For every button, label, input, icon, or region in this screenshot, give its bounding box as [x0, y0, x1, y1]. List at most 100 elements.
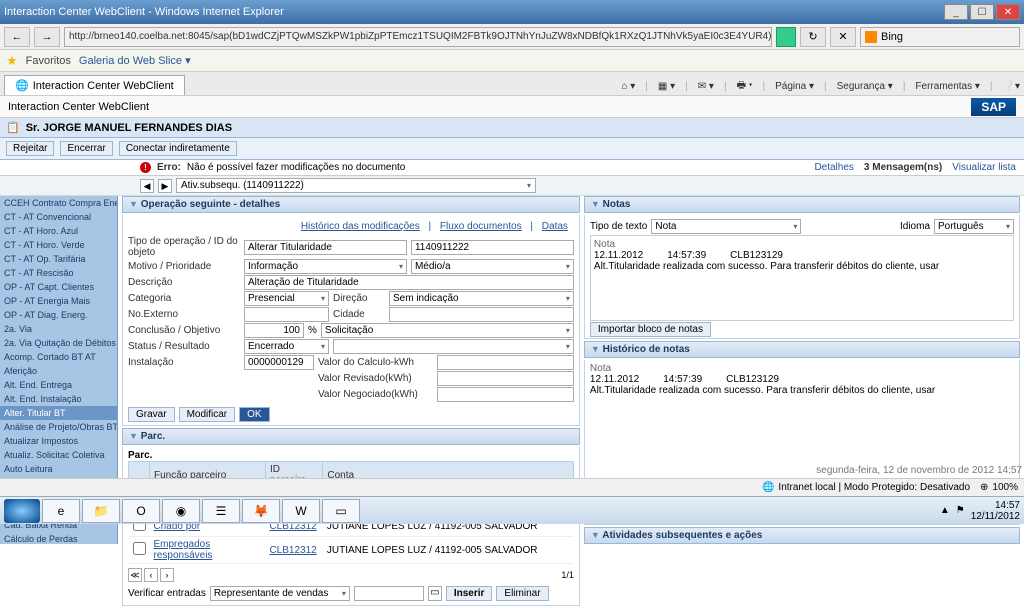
minimize-button[interactable]: _ [944, 4, 968, 20]
gravar-button[interactable]: Gravar [128, 407, 175, 422]
taskbar-explorer[interactable]: 📁 [82, 499, 120, 523]
historico-panel-header[interactable]: ▼ Histórico de notas [584, 341, 1020, 358]
zoom-icon[interactable]: ⊕ [980, 482, 988, 493]
lookup-button[interactable]: ▭ [428, 586, 442, 601]
mail-icon[interactable]: ✉ ▾ [698, 81, 714, 92]
pager-prev[interactable]: ‹ [144, 568, 158, 582]
maximize-button[interactable]: ☐ [970, 4, 994, 20]
valor-neg-input[interactable] [437, 387, 574, 402]
sidebar-item[interactable]: CT - AT Convencional [0, 210, 117, 224]
taskbar-window[interactable]: ▭ [322, 499, 360, 523]
importar-button[interactable]: Importar bloco de notas [590, 322, 711, 337]
prev-button[interactable]: ◀ [140, 179, 154, 193]
feed-icon[interactable]: ▦ ▾ [658, 81, 675, 92]
idioma-select[interactable]: Português [934, 219, 1014, 234]
sidebar-item[interactable]: Cálculo de Perdas [0, 532, 117, 544]
conclusao-pct[interactable]: 100 [244, 323, 304, 338]
cidade-input[interactable] [389, 307, 574, 322]
sidebar-item[interactable]: CT - AT Op. Tarifária [0, 252, 117, 266]
back-button[interactable]: ← [4, 27, 30, 47]
valor-calc-input[interactable] [437, 355, 574, 370]
eliminar-button[interactable]: Eliminar [496, 586, 548, 601]
reload-button[interactable]: ↻ [800, 27, 826, 47]
visualizar-link[interactable]: Visualizar lista [952, 162, 1016, 173]
conectar-button[interactable]: Conectar indiretamente [119, 141, 237, 156]
table-row[interactable]: Empregados responsáveisCLB12312JUTIANE L… [129, 537, 574, 564]
sidebar-item[interactable]: CT - AT Horo. Verde [0, 238, 117, 252]
sidebar-item[interactable]: Análise de Projeto/Obras BT [0, 420, 117, 434]
sidebar-item[interactable]: 2a. Via Quitação de Débitos [0, 336, 117, 350]
page-menu[interactable]: Página ▾ [775, 81, 814, 92]
taskbar-firefox[interactable]: 🦊 [242, 499, 280, 523]
atividades-panel-header[interactable]: ▼ Atividades subsequentes e ações [584, 527, 1020, 544]
tray-net-icon[interactable]: ▲ [940, 505, 950, 516]
sidebar-item[interactable]: CCEH Contrato Compra Energia [0, 196, 117, 210]
idparceiro-link[interactable]: CLB12312 [269, 545, 316, 556]
web-slice-link[interactable]: Galeria do Web Slice ▾ [79, 54, 191, 67]
notas-textarea[interactable]: Nota 12.11.2012 14:57:39 CLB123129 Alt.T… [590, 235, 1014, 321]
representante-select[interactable]: Representante de vendas [210, 586, 350, 601]
sidebar-item[interactable]: Aferição [0, 364, 117, 378]
rejeitar-button[interactable]: Rejeitar [6, 141, 54, 156]
objetivo-select[interactable]: Solicitação [321, 323, 574, 338]
next-button[interactable]: ▶ [158, 179, 172, 193]
taskbar-word[interactable]: W [282, 499, 320, 523]
taskbar-ie[interactable]: e [42, 499, 80, 523]
sidebar-item[interactable]: Alter. Titular BT [0, 406, 117, 420]
taskbar-sap[interactable]: ☰ [202, 499, 240, 523]
taskbar-outlook[interactable]: O [122, 499, 160, 523]
sidebar-item[interactable]: Auto Leitura [0, 462, 117, 476]
motivo-select[interactable]: Informação [244, 259, 407, 274]
inserir-button[interactable]: Inserir [446, 586, 493, 601]
status-select[interactable]: Encerrado [244, 339, 329, 354]
search-box[interactable]: Bing [860, 27, 1020, 47]
row-checkbox[interactable] [129, 537, 150, 564]
verificar-input[interactable] [354, 586, 424, 601]
stop-button[interactable]: ✕ [830, 27, 856, 47]
sidebar-item[interactable]: Atualizar Impostos [0, 434, 117, 448]
pager-first[interactable]: ≪ [128, 568, 142, 582]
direcao-select[interactable]: Sem indicação [389, 291, 574, 306]
sidebar-item[interactable]: CT - AT Horo. Azul [0, 224, 117, 238]
externo-input[interactable] [244, 307, 329, 322]
tipo-texto-select[interactable]: Nota [651, 219, 801, 234]
notas-panel-header[interactable]: ▼ Notas [584, 196, 1020, 213]
detalhes-link[interactable]: Detalhes [814, 162, 853, 173]
help-icon[interactable]: ❔▾ [1003, 81, 1020, 92]
ok-button[interactable]: OK [239, 407, 269, 422]
sidebar-item[interactable]: Acomp. Cortado BT AT [0, 350, 117, 364]
sidebar-item[interactable]: Alt. End. Instalação [0, 392, 117, 406]
sidebar-item[interactable]: OP - AT Capt. Clientes [0, 280, 117, 294]
prioridade-select[interactable]: Médio/a [411, 259, 574, 274]
print-icon[interactable]: 🖶 ▾ [737, 78, 753, 95]
fluxo-link[interactable]: Fluxo documentos [440, 221, 522, 232]
tab-webclient[interactable]: 🌐 Interaction Center WebClient [4, 75, 185, 95]
datas-link[interactable]: Datas [542, 221, 568, 232]
close-button[interactable]: ✕ [996, 4, 1020, 20]
sidebar-item[interactable]: Alt. End. Entrega [0, 378, 117, 392]
security-menu[interactable]: Segurança ▾ [837, 81, 893, 92]
star-icon[interactable]: ★ [6, 53, 18, 69]
forward-button[interactable]: → [34, 27, 60, 47]
sidebar-item[interactable]: 2a. Via [0, 322, 117, 336]
valor-rev-input[interactable] [437, 371, 574, 386]
taskbar-app1[interactable]: ◉ [162, 499, 200, 523]
sidebar-item[interactable]: Atualiz. Solicitac Coletiva [0, 448, 117, 462]
home-icon[interactable]: ⌂ ▾ [621, 81, 635, 92]
sidebar-item[interactable]: OP - AT Energia Mais [0, 294, 117, 308]
sidebar-item[interactable]: OP - AT Diag. Energ. [0, 308, 117, 322]
activity-select[interactable]: Ativ.subsequ. (1140911222) [176, 178, 536, 193]
instalacao-input[interactable]: 0000000129 [244, 355, 314, 370]
modificar-button[interactable]: Modificar [179, 407, 236, 422]
tipo-input[interactable]: Alterar Titularidade [244, 240, 407, 255]
parc-panel-header[interactable]: ▼ Parc. [122, 428, 580, 445]
operacao-panel-header[interactable]: ▼ Operação seguinte - detalhes [122, 196, 580, 213]
funcao-link[interactable]: Empregados responsáveis [154, 539, 213, 561]
pager-next[interactable]: › [160, 568, 174, 582]
tray-flag-icon[interactable]: ⚑ [956, 505, 965, 516]
start-button[interactable] [4, 499, 40, 523]
categoria-select[interactable]: Presencial [244, 291, 329, 306]
tools-menu[interactable]: Ferramentas ▾ [915, 81, 979, 92]
tipo-id-input[interactable]: 1140911222 [411, 240, 574, 255]
resultado-select[interactable] [333, 339, 574, 354]
